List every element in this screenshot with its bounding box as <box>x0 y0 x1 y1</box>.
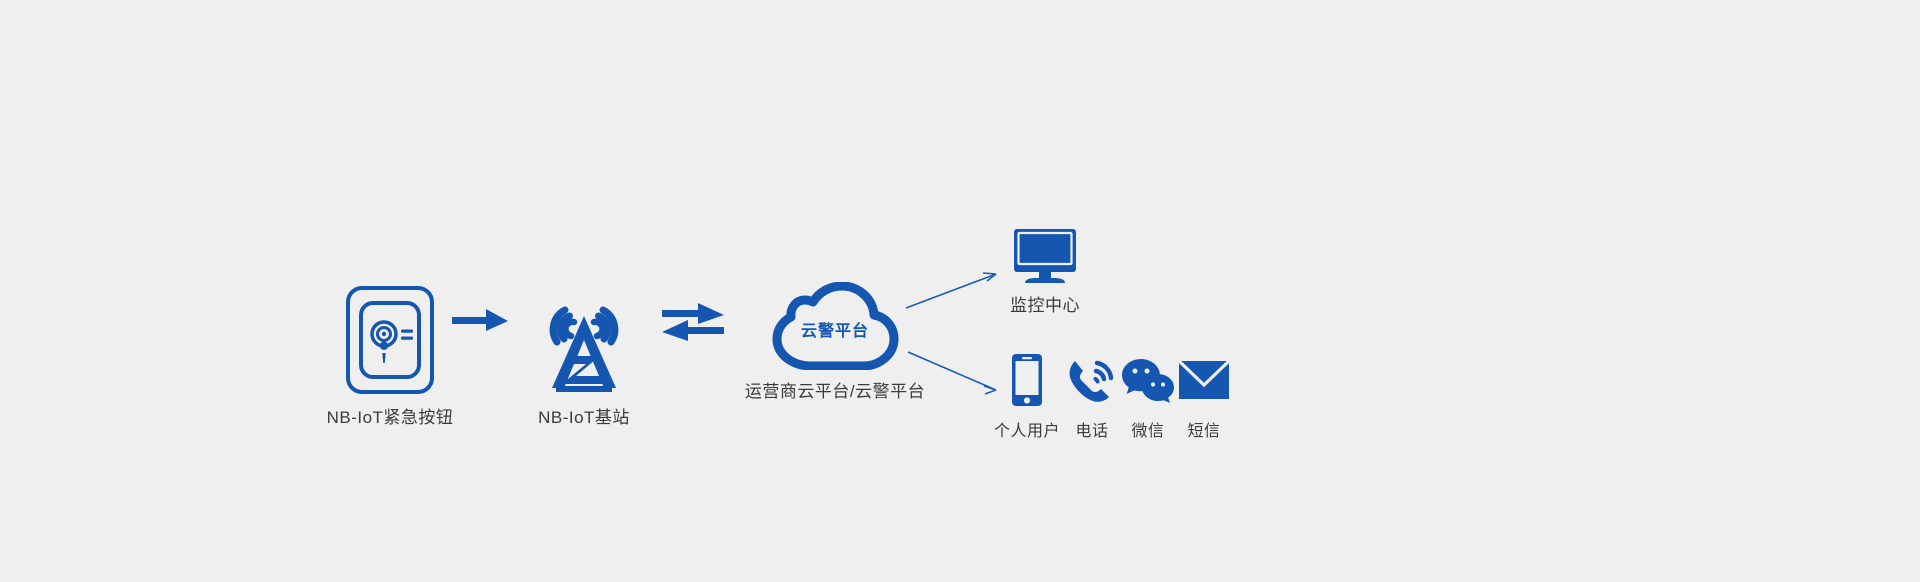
envelope-icon-box <box>1178 352 1230 408</box>
endpoint-label: 个人用户 <box>993 423 1060 440</box>
cloud-icon-box: 云警平台 <box>762 281 908 371</box>
flow-node-nb-iot-emergency-button: NB-IoT紧急按钮 <box>327 284 453 428</box>
endpoint-icon-row: 个人用户 电话 微信 短信 <box>990 352 1232 441</box>
cell-tower-icon-box <box>532 282 636 396</box>
endpoint-phone-call: 电话 <box>1064 352 1120 441</box>
architecture-diagram: NB-IoT紧急按钮 NB-IoT基站 云警平台 运营商云平台/云警平台 监控中… <box>0 0 1920 582</box>
endpoint-label: 短信 <box>1187 423 1221 440</box>
desktop-monitor-icon <box>1014 229 1076 283</box>
endpoint-label: 微信 <box>1131 423 1165 440</box>
desktop-monitor-icon-box <box>1012 228 1078 284</box>
endpoint-wechat: 微信 <box>1120 352 1176 441</box>
endpoint-node-label: 监控中心 <box>1010 296 1080 315</box>
wechat-bubbles-icon <box>1122 359 1174 403</box>
flow-node-label: NB-IoT紧急按钮 <box>326 408 454 427</box>
cell-tower-icon <box>549 306 619 392</box>
telephone-ringing-icon <box>1069 360 1114 402</box>
endpoint-personal-user: 个人用户 <box>990 352 1064 441</box>
endpoint-label: 电话 <box>1075 423 1109 440</box>
wechat-bubbles-icon-box <box>1121 352 1175 408</box>
cloud-inner-label: 云警平台 <box>800 323 869 340</box>
emergency-button-icon-box <box>344 284 436 396</box>
flow-node-label: NB-IoT基站 <box>538 408 630 427</box>
smartphone-icon-box <box>1011 352 1043 408</box>
connector-button-to-tower <box>452 309 508 331</box>
endpoint-node-monitoring-center: 监控中心 <box>990 228 1100 316</box>
envelope-icon <box>1178 359 1230 399</box>
telephone-ringing-icon-box <box>1066 352 1118 408</box>
connector-tower-to-cloud <box>662 303 724 341</box>
flow-node-nb-iot-base-station: NB-IoT基站 <box>524 282 644 428</box>
emergency-button-icon <box>346 286 434 394</box>
flow-node-label: 运营商云平台/云警平台 <box>744 382 926 401</box>
flow-node-cloud-platform: 云警平台 运营商云平台/云警平台 <box>745 281 925 402</box>
endpoint-sms: 短信 <box>1176 352 1232 441</box>
smartphone-icon <box>1012 354 1042 406</box>
